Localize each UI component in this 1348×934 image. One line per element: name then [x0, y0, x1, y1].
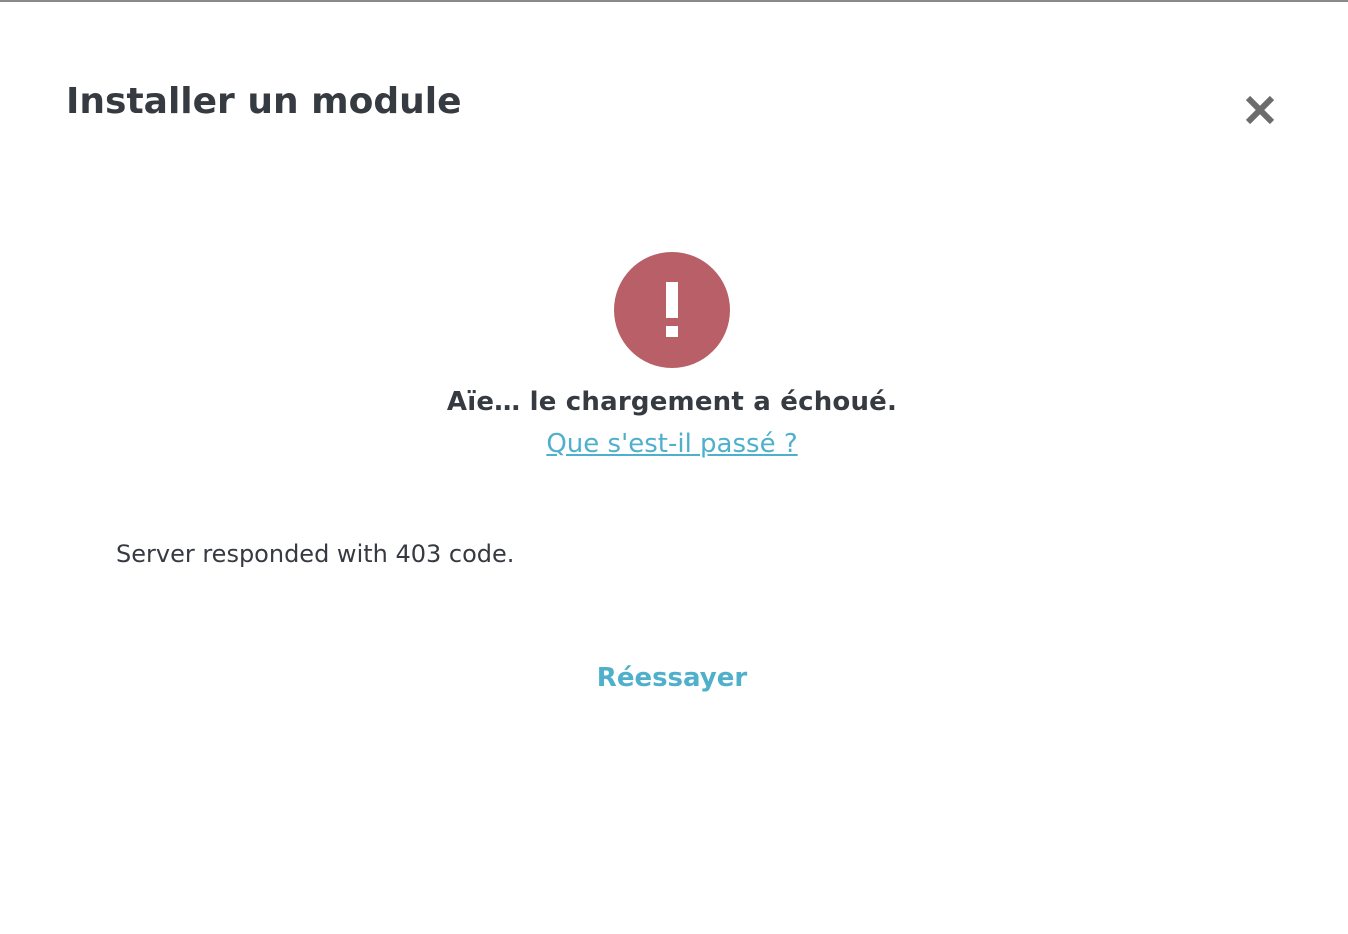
install-module-modal: Installer un module Aïe… le chargement a…: [0, 2, 1348, 934]
exclamation-icon: [666, 282, 678, 337]
close-button[interactable]: [1238, 88, 1282, 132]
modal-title: Installer un module: [66, 81, 462, 122]
error-heading: Aïe… le chargement a échoué.: [446, 387, 898, 417]
help-link[interactable]: Que s'est-il passé ?: [0, 424, 1344, 464]
error-status-circle: [614, 252, 730, 368]
close-icon: [1245, 95, 1275, 125]
retry-button[interactable]: Réessayer: [0, 658, 1344, 698]
error-message: Server responded with 403 code.: [116, 540, 515, 568]
